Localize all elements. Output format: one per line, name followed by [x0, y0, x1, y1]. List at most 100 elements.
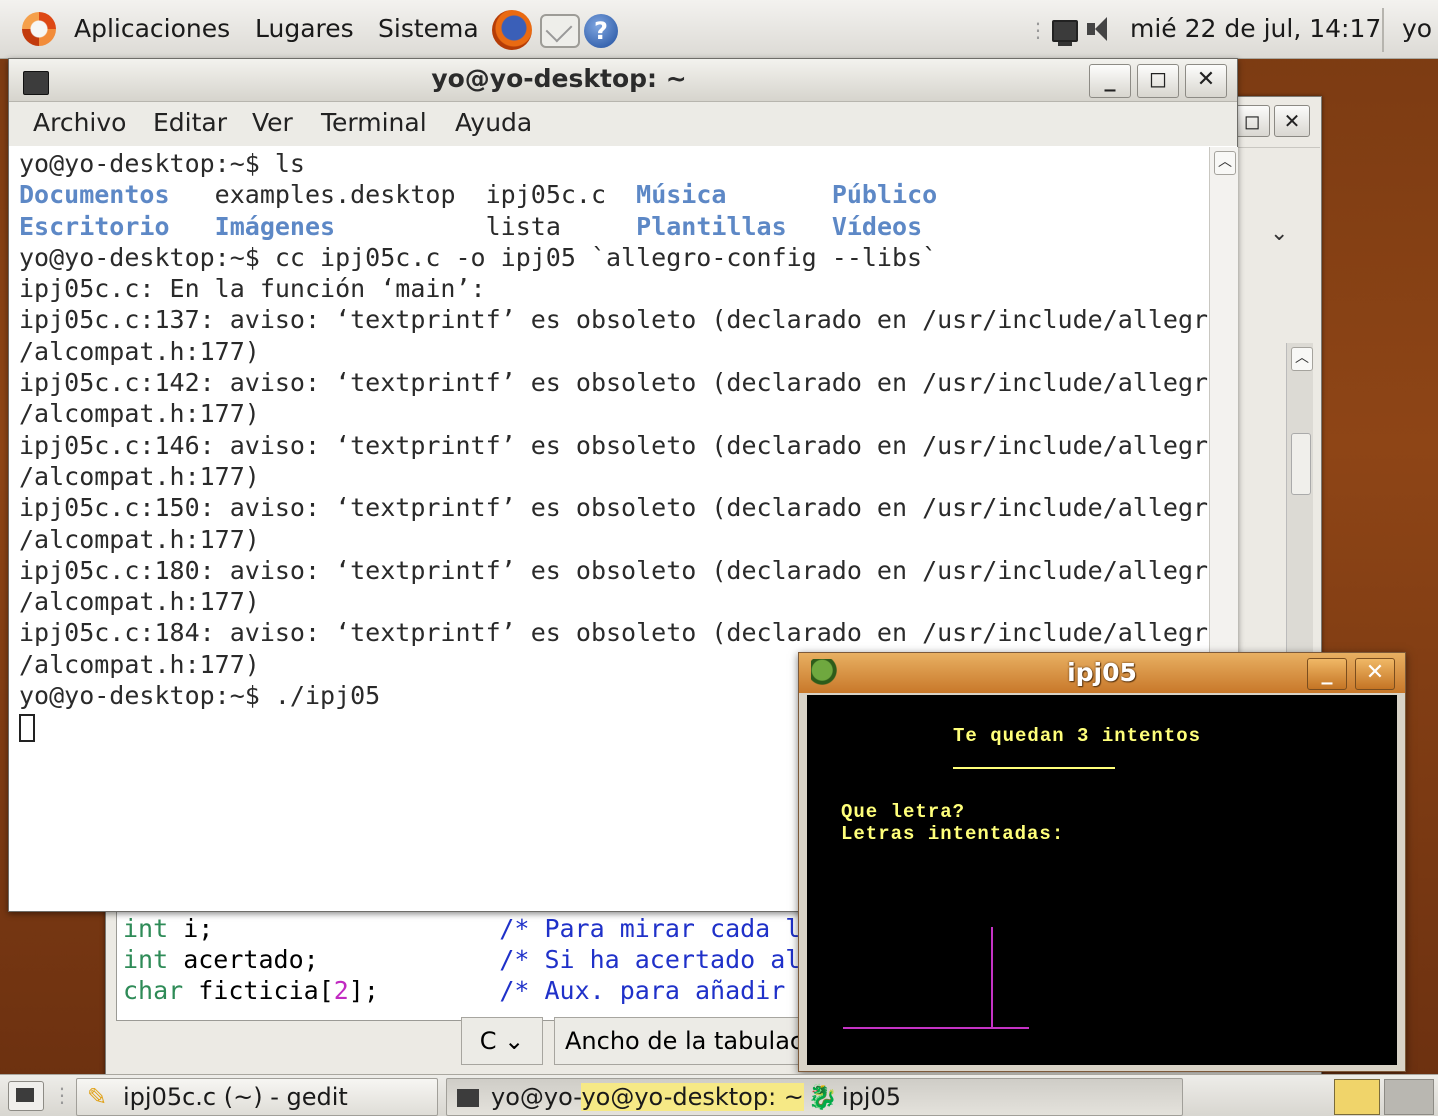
terminal-line: ipj05c.c:184: aviso: ‘textprintf’ es obs…: [19, 618, 1224, 648]
terminal-line: ipj05c.c: En la función ‘main’:: [19, 274, 486, 304]
firefox-icon[interactable]: [492, 10, 532, 50]
ipj05-titlebar[interactable]: ipj05 _ ✕: [799, 653, 1405, 693]
menu-terminal[interactable]: Terminal: [321, 108, 427, 137]
code-comment: /* Si ha acertado al: [499, 945, 801, 974]
terminal-line: /alcompat.h:177): [19, 336, 260, 366]
ubuntu-logo-icon[interactable]: [22, 12, 56, 46]
scroll-thumb[interactable]: [1291, 433, 1311, 495]
gedit-toolbar-area: [1236, 147, 1320, 188]
terminal-line: /alcompat.h:177): [19, 399, 260, 429]
terminal-line: /alcompat.h:177): [19, 524, 260, 554]
terminal-line: ipj05c.c:137: aviso: ‘textprintf’ es obs…: [19, 305, 1224, 335]
taskbar-gedit-label: ipj05c.c (~) - gedit: [123, 1083, 348, 1111]
code-identifier: ];: [348, 976, 379, 1005]
scroll-up-button[interactable]: ︿: [1214, 151, 1236, 175]
code-number: 2: [333, 976, 349, 1005]
code-identifier: ficticia[: [183, 976, 334, 1005]
code-comment: /* Para mirar cada l: [499, 914, 801, 943]
ls-directory: Público: [831, 180, 938, 210]
workspace-switcher[interactable]: [1334, 1079, 1380, 1115]
panel-handle: ⋮: [1028, 18, 1048, 42]
gedit-code-view[interactable]: char letra; /* Cada letra que print i; /…: [116, 897, 808, 1021]
taskbar-gedit[interactable]: ✎ ipj05c.c (~) - gedit: [76, 1078, 438, 1116]
bottom-panel: ⋮ ✎ ipj05c.c (~) - gedit yo@yo-yo@yo-desk…: [0, 1074, 1438, 1116]
code-type: int: [123, 945, 169, 974]
ls-directory: Escritorio: [19, 211, 170, 241]
terminal-line: ipj05c.c:146: aviso: ‘textprintf’ es obs…: [19, 430, 1224, 460]
chevron-down-icon: ⌄: [504, 1027, 525, 1055]
terminal-titlebar[interactable]: yo@yo-desktop: ~ _ ◻ ✕: [9, 59, 1237, 102]
chevron-down-icon[interactable]: ⌄: [1270, 221, 1288, 246]
code-line: int acertado; /* Si ha acertado al: [117, 944, 807, 975]
terminal-line: ipj05c.c:150: aviso: ‘textprintf’ es obs…: [19, 493, 1224, 523]
menu-aplicaciones[interactable]: Aplicaciones: [74, 14, 230, 43]
gallows-base: [843, 1027, 1029, 1029]
show-desktop-icon: [16, 1088, 34, 1102]
ls-directory: Vídeos: [831, 211, 923, 241]
ls-directory: Imágenes: [214, 211, 336, 241]
terminal-menubar: Archivo Editar Ver Terminal Ayuda: [9, 102, 1237, 146]
gallows-post: [991, 927, 993, 1029]
taskbar-ipj05-label: ipj05: [841, 1083, 902, 1111]
ls-file: examples.desktop: [214, 180, 456, 210]
menu-ayuda[interactable]: Ayuda: [455, 108, 532, 137]
menu-lugares[interactable]: Lugares: [255, 14, 354, 43]
user-menu[interactable]: yo: [1402, 14, 1432, 43]
workspace-2[interactable]: [1384, 1079, 1434, 1115]
help-icon[interactable]: ?: [584, 14, 618, 48]
allegro-dragon-icon: 🐉: [807, 1083, 838, 1111]
tried-letters-text: Letras intentadas:: [841, 823, 1065, 845]
volume-icon[interactable]: [1087, 17, 1123, 43]
terminal-line: yo@yo-desktop:~$ ls: [19, 149, 305, 178]
ls-file: lista: [485, 211, 561, 241]
attempts-text: Te quedan 3 intentos: [953, 725, 1202, 747]
ipj05-close-button[interactable]: ✕: [1355, 658, 1395, 690]
taskbar-terminal-label: yo@yo-: [491, 1083, 582, 1111]
gedit-close-button[interactable]: ✕: [1274, 105, 1310, 137]
terminal-line: yo@yo-desktop:~$ cc ipj05c.c -o ipj05 `a…: [19, 242, 938, 272]
terminal-line: ipj05c.c:180: aviso: ‘textprintf’ es obs…: [19, 555, 1224, 585]
game-canvas[interactable]: Te quedan 3 intentos Que letra? Letras i…: [807, 695, 1397, 1065]
window-title: yo@yo-desktop: ~: [431, 64, 687, 93]
menu-archivo[interactable]: Archivo: [33, 108, 126, 137]
taskbar-terminal-tooltip: yo@yo-desktop: ~: [581, 1083, 804, 1111]
gedit-maximize-button[interactable]: ◻: [1234, 105, 1270, 137]
mail-icon[interactable]: [540, 14, 580, 48]
language-selector[interactable]: C ⌄: [461, 1017, 543, 1065]
maximize-button[interactable]: ◻: [1137, 64, 1179, 98]
code-identifier: acertado;: [168, 945, 319, 974]
code-type: int: [123, 914, 169, 943]
terminal-line: /alcompat.h:177): [19, 461, 260, 491]
terminal-line: Documentos examples.desktop ipj05c.c Mús…: [19, 179, 1219, 210]
terminal-line: Escritorio Imágenes lista Plantillas Víd…: [19, 211, 1219, 242]
top-panel: Aplicaciones Lugares Sistema ? ⋮ mié 22 …: [0, 0, 1438, 59]
ipj05-minimize-button[interactable]: _: [1307, 658, 1347, 690]
close-button[interactable]: ✕: [1185, 64, 1227, 98]
code-line: int i; /* Para mirar cada l: [117, 913, 807, 944]
show-desktop-button[interactable]: [8, 1081, 44, 1111]
network-icon[interactable]: [1052, 20, 1078, 46]
menu-sistema[interactable]: Sistema: [378, 14, 479, 43]
terminal-cursor: [19, 714, 35, 743]
gedit-icon: ✎: [87, 1083, 108, 1111]
word-underline: [953, 767, 1115, 769]
minimize-button[interactable]: _: [1089, 64, 1131, 98]
clock[interactable]: mié 22 de jul, 14:17: [1130, 14, 1381, 43]
menu-editar[interactable]: Editar: [153, 108, 227, 137]
gedit-code-lines: char letra; /* Cada letra que print i; /…: [117, 898, 807, 1006]
language-label: C: [479, 1027, 497, 1055]
ls-file: ipj05c.c: [485, 180, 607, 210]
ls-directory: Plantillas: [636, 211, 787, 241]
ls-directory: Música: [636, 180, 727, 210]
panel-separator: [1382, 8, 1384, 52]
code-comment: /* Aux. para añadir: [499, 976, 801, 1005]
menu-ver[interactable]: Ver: [252, 108, 293, 137]
taskbar-terminal[interactable]: yo@yo-yo@yo-desktop: ~ 🐉 ipj05: [446, 1078, 1183, 1116]
code-line: char ficticia[2]; /* Aux. para añadir: [117, 975, 807, 1006]
terminal-line: ipj05c.c:142: aviso: ‘textprintf’ es obs…: [19, 368, 1224, 398]
code-identifier: i;: [168, 914, 214, 943]
prompt-text: Que letra?: [841, 801, 966, 823]
terminal-icon: [457, 1089, 479, 1107]
scroll-up-button[interactable]: ︿: [1291, 347, 1313, 371]
ipj05-window: ipj05 _ ✕ Te quedan 3 intentos Que letra…: [798, 652, 1406, 1072]
